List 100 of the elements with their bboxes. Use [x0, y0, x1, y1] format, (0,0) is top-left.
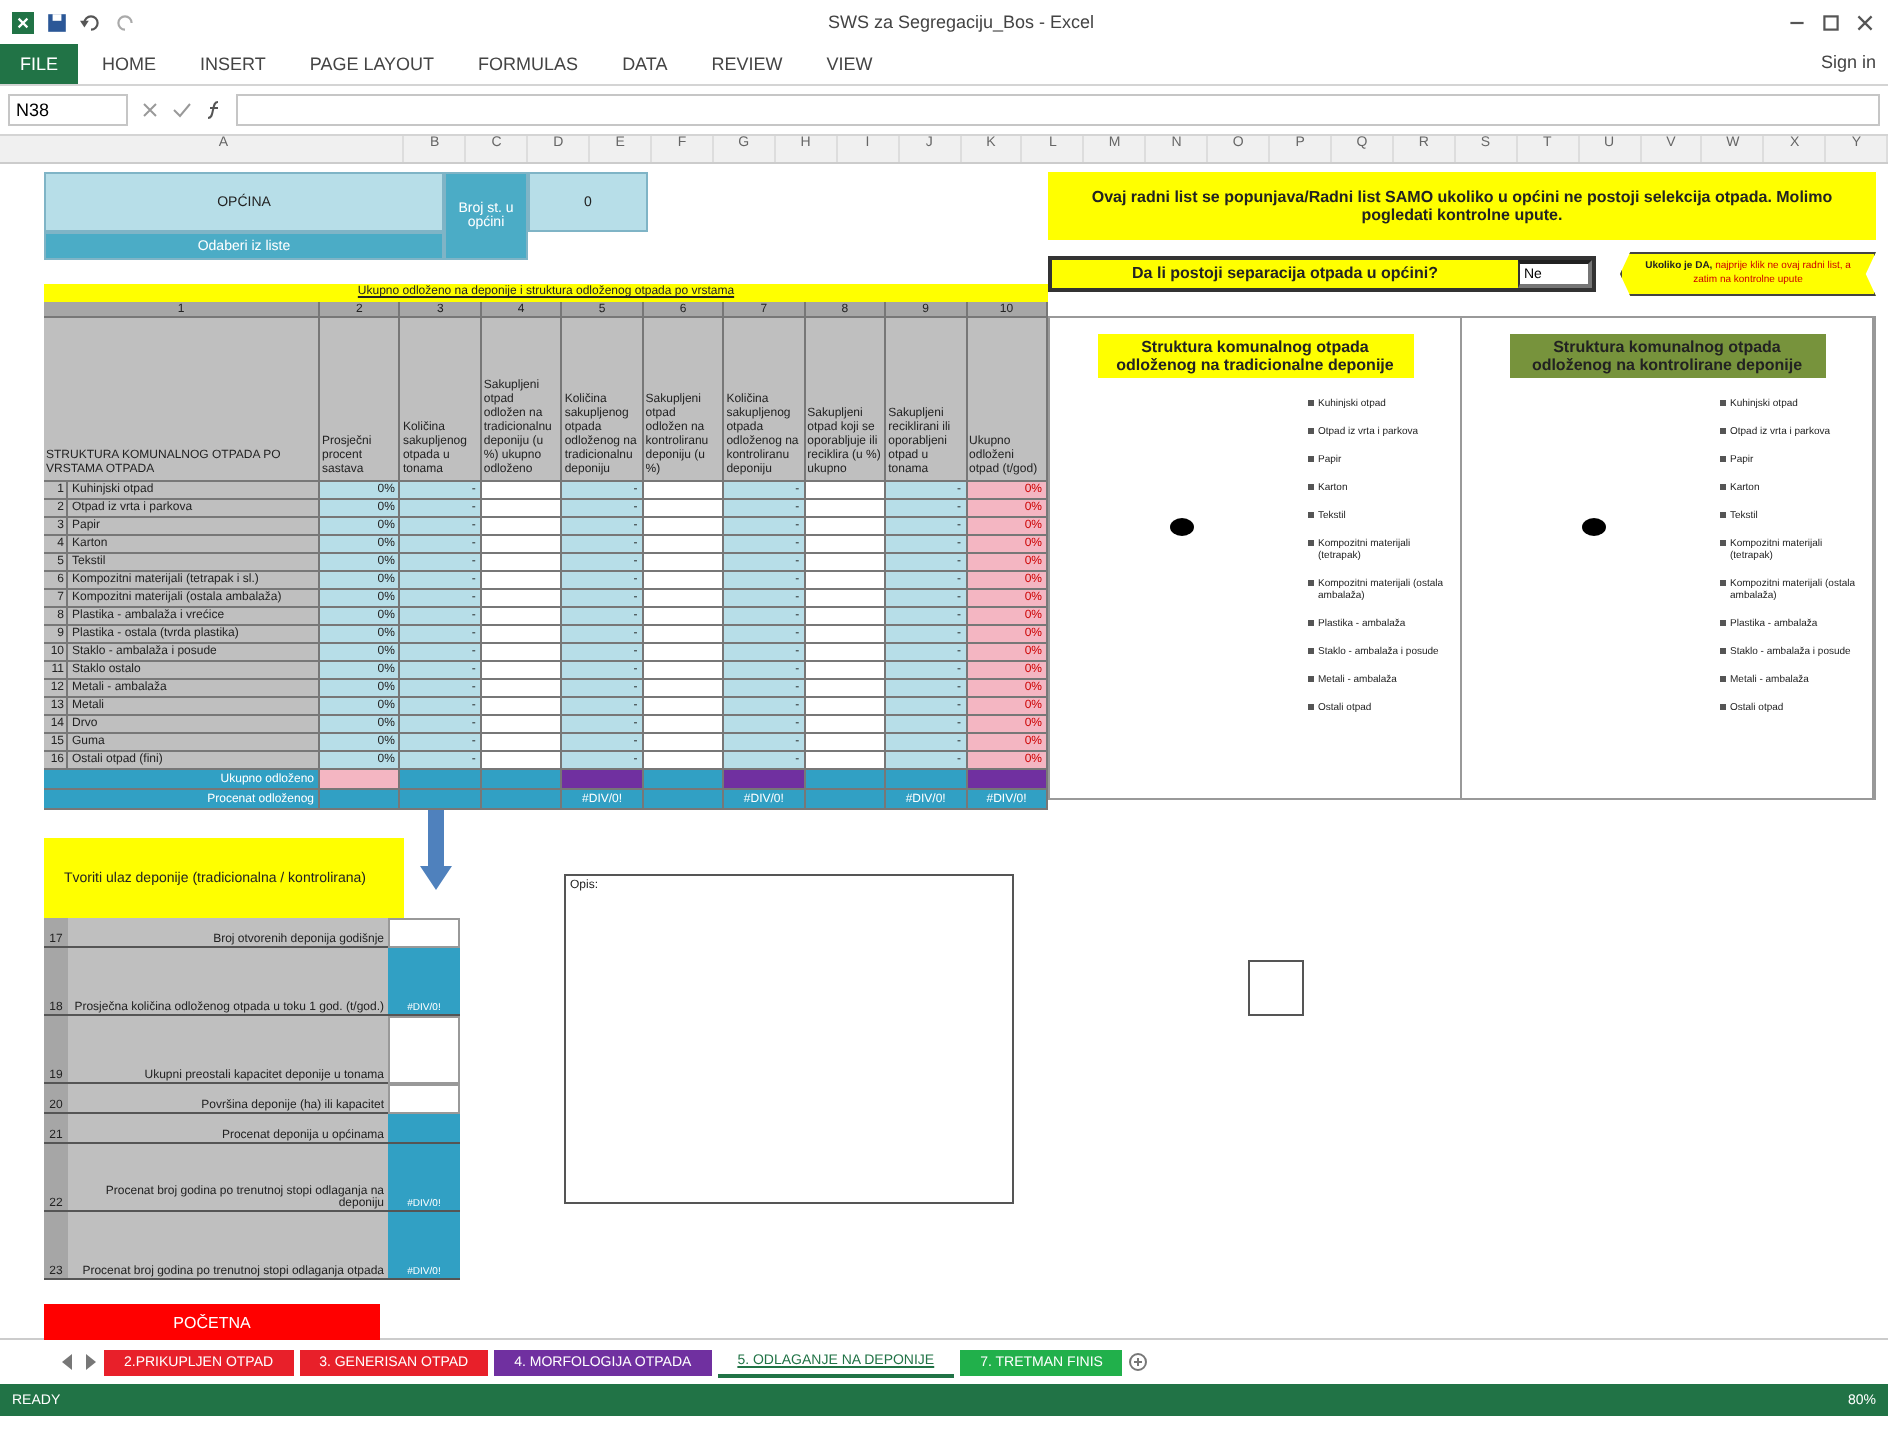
input-cell[interactable]: [805, 626, 887, 644]
previous-sheet-icon[interactable]: [60, 1354, 76, 1370]
input-cell[interactable]: [481, 716, 563, 734]
input-cell[interactable]: [481, 680, 563, 698]
chart-title: Struktura komunalnog otpada odloženog na kontrolirane deponije: [1509, 334, 1825, 378]
input-cell[interactable]: [805, 662, 887, 680]
legend-marker: [1720, 580, 1726, 586]
input-cell[interactable]: [481, 626, 563, 644]
input-cell[interactable]: [805, 644, 887, 662]
input-cell[interactable]: [643, 644, 725, 662]
ribbon-tab[interactable]: DATA: [602, 44, 688, 84]
ribbon-tab[interactable]: FORMULAS: [458, 44, 599, 84]
ribbon-tab[interactable]: VIEW: [806, 44, 893, 84]
legend-marker: [1720, 620, 1726, 626]
legend-marker: [1308, 648, 1314, 654]
ribbon-tab[interactable]: FILE: [0, 44, 79, 84]
legend-marker: [1308, 540, 1314, 546]
close-icon[interactable]: [1854, 11, 1876, 33]
input-cell[interactable]: [481, 608, 563, 626]
input-cell[interactable]: [805, 752, 887, 770]
total-cell: [967, 770, 1048, 790]
input-cell[interactable]: [481, 500, 563, 518]
input-cell[interactable]: [805, 518, 887, 536]
question-label: Da li postoji separacija otpada u općini?: [1130, 262, 1440, 286]
redo-icon[interactable]: [114, 11, 136, 33]
input-cell[interactable]: [643, 752, 725, 770]
ribbon-tab[interactable]: PAGE LAYOUT: [289, 44, 455, 84]
input-cell[interactable]: [481, 752, 563, 770]
chart-title: Struktura komunalnog otpada odloženog na tradicionalne deponije: [1097, 334, 1413, 378]
input-cell[interactable]: [805, 572, 887, 590]
ribbon-tab[interactable]: HOME: [82, 44, 177, 84]
input-cell[interactable]: [805, 554, 887, 572]
maximize-icon[interactable]: [1820, 11, 1842, 33]
input-cell[interactable]: [805, 500, 887, 518]
input-cell[interactable]: [388, 918, 460, 948]
cancel-icon[interactable]: [140, 100, 160, 120]
input-cell[interactable]: [643, 608, 725, 626]
notice-banner: Ovaj radni list se popunjava/Radni list SAMO ukoliko u općini ne postoji selekcija otpada. Molimo pogledati kontrolne upute.: [1048, 172, 1876, 240]
legend-marker: [1308, 620, 1314, 626]
input-cell[interactable]: [643, 626, 725, 644]
total-cell: [481, 790, 563, 810]
input-cell[interactable]: [481, 572, 563, 590]
input-cell[interactable]: [643, 500, 725, 518]
input-cell[interactable]: [643, 482, 725, 500]
input-cell[interactable]: [643, 518, 725, 536]
input-cell[interactable]: [643, 572, 725, 590]
input-cell[interactable]: [805, 716, 887, 734]
input-cell[interactable]: [805, 698, 887, 716]
input-cell[interactable]: [805, 590, 887, 608]
input-cell[interactable]: [481, 734, 563, 752]
input-cell[interactable]: [805, 734, 887, 752]
input-cell[interactable]: [481, 590, 563, 608]
input-cell[interactable]: [388, 1084, 460, 1114]
input-cell[interactable]: [643, 734, 725, 752]
legend-marker: [1308, 484, 1314, 490]
save-icon[interactable]: [46, 11, 68, 33]
ribbon-tab[interactable]: INSERT: [180, 44, 286, 84]
total-cell: [481, 770, 563, 790]
input-cell[interactable]: [805, 536, 887, 554]
input-cell[interactable]: [643, 536, 725, 554]
input-cell[interactable]: [643, 680, 725, 698]
input-cell[interactable]: [805, 608, 887, 626]
input-cell[interactable]: [805, 680, 887, 698]
function-icon[interactable]: [204, 100, 224, 120]
legend-marker: [1308, 428, 1314, 434]
sign-in-link[interactable]: Sign in: [1808, 44, 1888, 84]
input-cell[interactable]: [805, 482, 887, 500]
input-cell[interactable]: [481, 662, 563, 680]
legend-marker: [1308, 580, 1314, 586]
input-cell[interactable]: [643, 554, 725, 572]
input-cell[interactable]: [643, 716, 725, 734]
input-cell[interactable]: [481, 482, 563, 500]
input-cell[interactable]: [481, 554, 563, 572]
name-box[interactable]: N38: [8, 94, 128, 126]
input-cell[interactable]: [643, 698, 725, 716]
input-cell[interactable]: [481, 518, 563, 536]
next-sheet-icon[interactable]: [82, 1354, 98, 1370]
total-cell: [320, 770, 401, 790]
ribbon-tab[interactable]: REVIEW: [691, 44, 803, 84]
total-cell: [400, 770, 482, 790]
legend-marker: [1308, 704, 1314, 710]
input-cell[interactable]: [481, 536, 563, 554]
formula-field[interactable]: [236, 94, 1880, 126]
input-cell[interactable]: [643, 662, 725, 680]
legend-marker: [1720, 676, 1726, 682]
legend-marker: [1720, 648, 1726, 654]
input-cell[interactable]: [481, 644, 563, 662]
total-cell: [400, 790, 482, 810]
undo-icon[interactable]: [80, 11, 102, 33]
add-sheet-icon[interactable]: [1128, 1352, 1149, 1372]
input-cell[interactable]: [481, 698, 563, 716]
result-cell: [388, 1114, 460, 1144]
input-cell[interactable]: [643, 590, 725, 608]
total-cell: [886, 770, 968, 790]
total-cell: [643, 790, 725, 810]
input-cell[interactable]: [388, 1016, 460, 1084]
check-icon[interactable]: [172, 100, 192, 120]
home-button[interactable]: POČETNA: [44, 1304, 380, 1340]
legend-marker: [1720, 428, 1726, 434]
total-cell: [724, 770, 806, 790]
